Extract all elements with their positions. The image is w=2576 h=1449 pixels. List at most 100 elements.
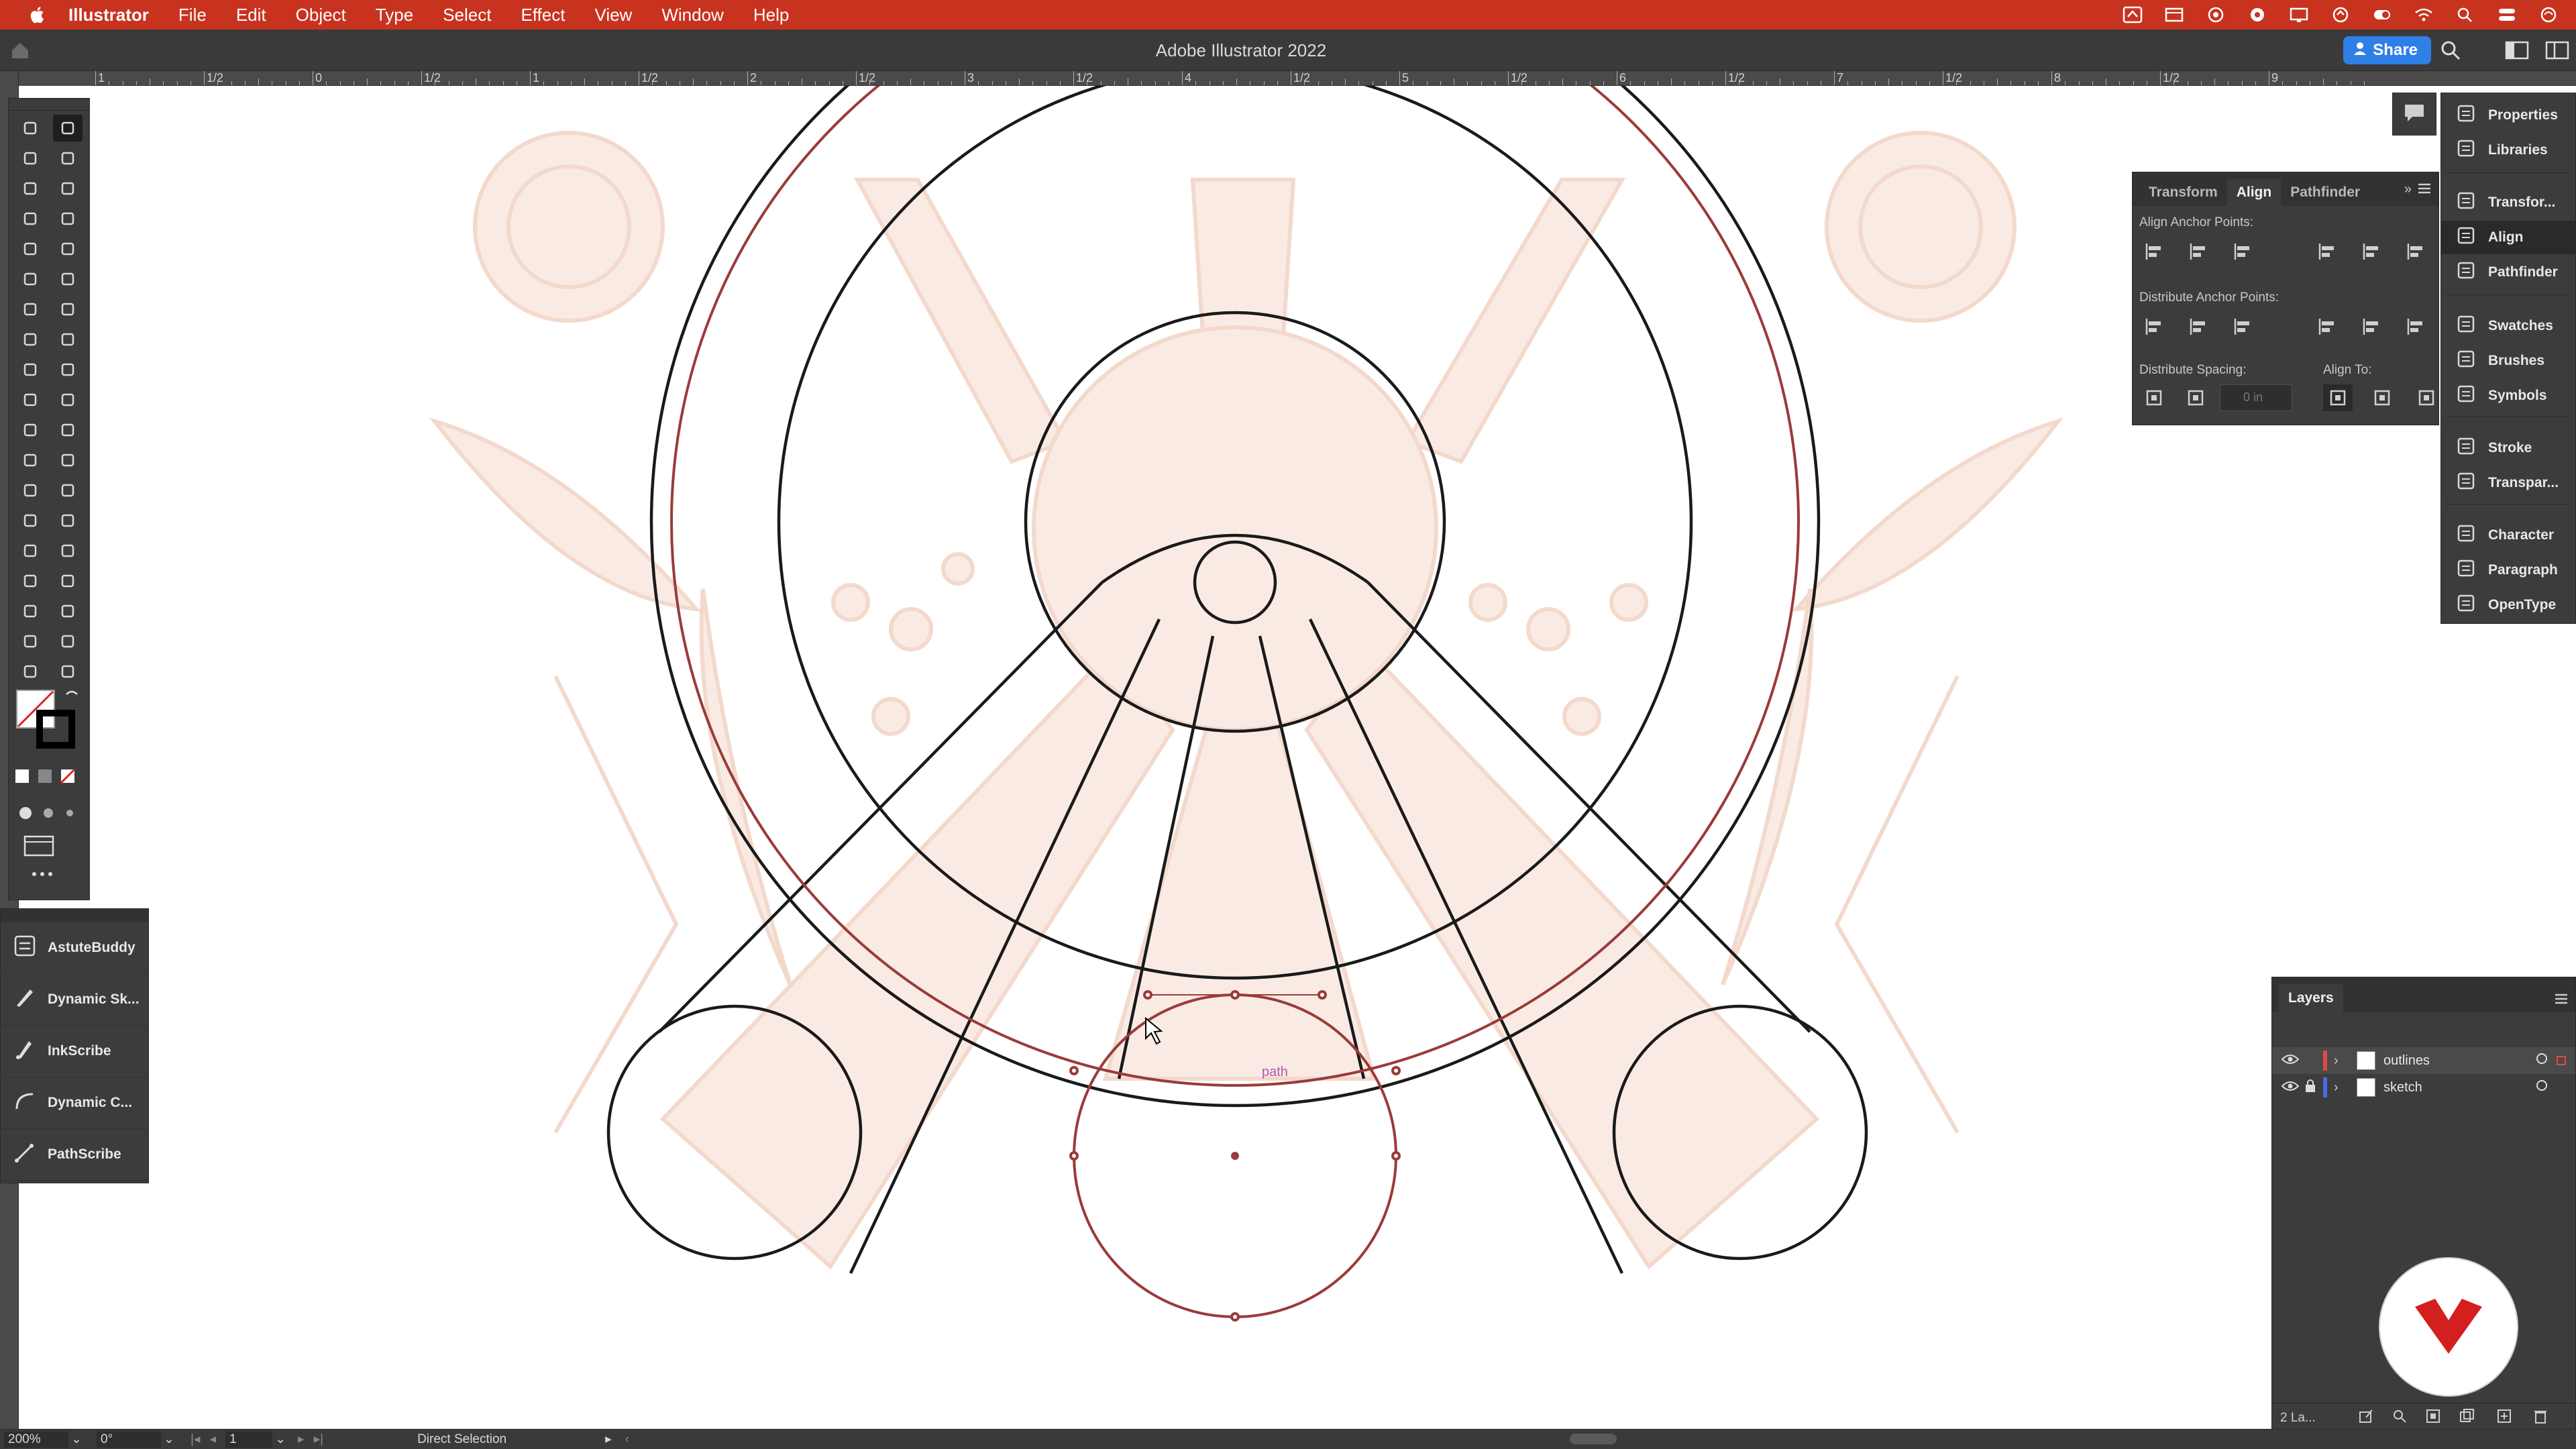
draw-mode-icon[interactable] [15,803,36,826]
column-graph-tool-icon[interactable] [53,447,83,474]
magic-wand-tool-icon[interactable] [15,145,45,172]
dock-item-character[interactable]: Character [2441,519,2575,552]
dock-item-stroke[interactable]: Stroke [2441,431,2575,465]
dock-item-libraries[interactable]: Libraries [2441,133,2575,167]
draw-behind-icon[interactable] [38,803,58,826]
status-menu-arrow-icon[interactable]: ▸ [605,1432,612,1447]
dock-item-paragraph[interactable]: Paragraph [2441,553,2575,587]
ruler-tool-icon[interactable] [53,537,83,564]
vertical-align-top-icon[interactable] [2312,238,2342,265]
hand-tool-icon[interactable] [15,658,45,685]
horizontal-distribute-left-icon[interactable] [2312,313,2342,340]
symbol-sprayer-tool-icon[interactable] [15,447,45,474]
crop-tool-icon[interactable] [15,628,45,655]
dock-item-brushes[interactable]: Brushes [2441,344,2575,378]
stroke-swatch[interactable] [36,709,76,753]
vertical-distribute-top-icon[interactable] [2139,313,2169,340]
share-button[interactable]: Share [2343,36,2431,64]
artboard-dropdown-icon[interactable]: ⌄ [272,1432,288,1447]
layer-name[interactable]: outlines [2383,1053,2430,1069]
adobe-stock-icon[interactable] [2121,5,2144,25]
dock-item-align[interactable]: Align [2441,221,2575,254]
plugin-astutebuddy[interactable]: AstuteBuddy [1,922,148,974]
new-sublayer-icon[interactable] [2459,1408,2475,1428]
distribute-spacing-input[interactable]: 0 in [2220,384,2292,411]
horizontal-align-center-icon[interactable] [2184,238,2213,265]
tab-transform[interactable]: Transform [2139,179,2227,206]
menu-app-name[interactable]: Illustrator [52,0,164,30]
collapse-panel-icon[interactable]: » [2404,182,2412,197]
plugins-panel-header[interactable] [1,909,148,922]
ellipse-tool-icon[interactable] [15,235,45,262]
plugin-pathscribe[interactable]: PathScribe [1,1129,148,1181]
creative-cloud-icon[interactable] [2204,5,2227,25]
plugin-inkscribe[interactable]: InkScribe [1,1026,148,1077]
menu-file[interactable]: File [164,0,221,30]
target-circle-icon[interactable] [2535,1052,2548,1069]
blend-tool-icon[interactable] [53,417,83,443]
menu-edit[interactable]: Edit [221,0,281,30]
new-layer-icon[interactable] [2496,1408,2512,1428]
horizontal-align-left-icon[interactable] [2139,238,2169,265]
toggle-icon[interactable] [2371,5,2394,25]
horizontal-distribute-center-icon[interactable] [2357,313,2386,340]
distribute-horizontal-space-icon[interactable] [2181,384,2210,411]
selection-tool-icon[interactable] [15,115,45,142]
expand-chevron-icon[interactable]: › [2334,1053,2349,1069]
tab-pathfinder[interactable]: Pathfinder [2281,179,2369,206]
horizontal-align-right-icon[interactable] [2228,238,2257,265]
horizontal-ruler[interactable]: 1 1/2 0 1/2 1 1/2 2 1/2 3 1/2 4 1/2 5 1/2 6 1/2 7 1/2 8 1/2… [91,71,2576,86]
align-to-key-object-icon[interactable] [2367,384,2397,411]
visibility-eye-icon[interactable] [2281,1080,2300,1095]
apple-icon[interactable] [24,0,52,30]
vertical-distribute-bottom-icon[interactable] [2228,313,2257,340]
panel-menu-icon[interactable] [2554,992,2569,1009]
control-center-icon[interactable] [2496,5,2518,25]
screen-mode-icon[interactable] [22,834,56,861]
rotate-tool-icon[interactable] [15,296,45,323]
panel-menu-icon[interactable] [2417,182,2432,199]
menu-view[interactable]: View [580,0,647,30]
target-circle-icon[interactable] [2535,1079,2548,1096]
dock-item-opentype[interactable]: OpenType [2441,588,2575,622]
artboard-number-field[interactable]: 1 [225,1431,273,1448]
menu-select[interactable]: Select [428,0,506,30]
mesh-tool-icon[interactable] [15,386,45,413]
dock-item-properties[interactable]: Properties [2441,99,2575,132]
horizontal-distribute-right-icon[interactable] [2401,313,2430,340]
free-transform-tool-icon[interactable] [53,326,83,353]
plugin-dynamic-corners[interactable]: Dynamic C... [1,1077,148,1129]
zoom-level-field[interactable]: 200% [4,1431,68,1448]
tab-layers[interactable]: Layers [2279,984,2343,1012]
dock-item-transfor[interactable]: Transfor... [2441,186,2575,219]
menu-window[interactable]: Window [647,0,738,30]
align-to-artboard-icon[interactable] [2412,384,2441,411]
workspace-switcher-icon[interactable] [2545,40,2569,64]
more-tools-icon[interactable] [29,867,56,884]
width-tool-icon[interactable] [15,326,45,353]
layer-name[interactable]: sketch [2383,1080,2422,1095]
search-icon[interactable] [2454,5,2477,25]
eyedropper-tool-icon[interactable] [15,417,45,443]
menu-effect[interactable]: Effect [506,0,580,30]
window-icon[interactable] [2163,5,2186,25]
sync-icon[interactable] [2329,5,2352,25]
tools-panel-grip[interactable] [9,99,89,111]
pen-tool-icon[interactable] [15,175,45,202]
vertical-align-bottom-icon[interactable] [2401,238,2430,265]
scale-tool-icon[interactable] [53,296,83,323]
arrange-documents-icon[interactable] [2505,40,2529,64]
lock-icon[interactable] [2304,1078,2323,1097]
artboard-tool-icon[interactable] [15,507,45,534]
dock-item-pathfinder[interactable]: Pathfinder [2441,256,2575,289]
color-mode-icon[interactable] [13,767,33,790]
vertical-align-center-icon[interactable] [2357,238,2386,265]
gradient-tool-icon[interactable] [53,386,83,413]
dock-item-transpar[interactable]: Transpar... [2441,466,2575,500]
none-mode-icon[interactable] [58,767,78,790]
shaper-tool-icon[interactable] [15,266,45,292]
zoom-dropdown-icon[interactable]: ⌄ [68,1432,85,1447]
lasso-tool-icon[interactable] [53,145,83,172]
next-artboard-icon[interactable]: ▸ [298,1432,305,1447]
line-segment-tool-icon[interactable] [53,205,83,232]
